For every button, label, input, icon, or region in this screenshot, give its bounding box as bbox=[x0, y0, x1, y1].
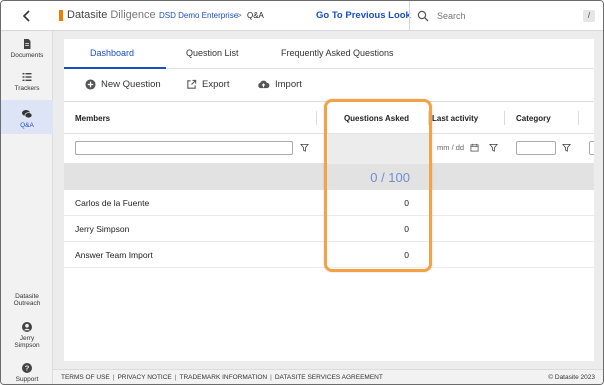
sidebar-item-user[interactable]: Jerry Simpson bbox=[1, 321, 53, 349]
chevron-left-icon bbox=[22, 10, 30, 22]
go-to-previous-look-link[interactable]: Go To Previous Look bbox=[316, 10, 411, 21]
new-question-button[interactable]: New Question bbox=[85, 79, 161, 90]
sidebar-item-label: Trackers bbox=[14, 85, 40, 92]
footer: TERMS OF USE | PRIVACY NOTICE | TRADEMAR… bbox=[53, 369, 603, 384]
svg-text:?: ? bbox=[25, 364, 30, 373]
logo-brand: Datasite bbox=[67, 9, 108, 21]
trademark-link[interactable]: TRADEMARK INFORMATION bbox=[179, 374, 267, 381]
sidebar-item-label: Q&A bbox=[20, 122, 34, 129]
breadcrumb-project[interactable]: DSD Demo Enterprise bbox=[159, 11, 238, 20]
sidebar-item-trackers[interactable]: Trackers bbox=[1, 69, 53, 97]
tab-bar: Dashboard Question List Frequently Asked… bbox=[64, 39, 594, 69]
footer-separator: | bbox=[270, 374, 272, 381]
search-bar: / bbox=[409, 1, 603, 31]
breadcrumb-separator: > bbox=[237, 11, 242, 20]
list-icon bbox=[22, 73, 32, 81]
top-bar: Datasite Diligence DSD Demo Enterprise >… bbox=[1, 1, 603, 31]
footer-links: TERMS OF USE | PRIVACY NOTICE | TRADEMAR… bbox=[61, 374, 386, 381]
outreach-label-line1: Datasite bbox=[15, 293, 39, 300]
column-header-last-activity[interactable]: Last activity bbox=[432, 114, 478, 123]
member-name: Carlos de la Fuente bbox=[75, 198, 150, 208]
breadcrumb-current: Q&A bbox=[247, 11, 264, 20]
help-icon: ? bbox=[22, 363, 32, 373]
export-label: Export bbox=[202, 79, 230, 90]
questions-asked-highlight bbox=[324, 99, 432, 272]
sidebar: Documents Trackers Q&A Datasite Outreach… bbox=[1, 31, 53, 384]
copyright: © Datasite 2023 bbox=[548, 374, 595, 381]
member-name: Answer Team Import bbox=[75, 250, 153, 260]
column-header-members[interactable]: Members bbox=[75, 114, 110, 123]
search-input[interactable] bbox=[437, 11, 577, 21]
members-filter-input[interactable] bbox=[75, 141, 293, 155]
sidebar-item-qa[interactable]: Q&A bbox=[1, 100, 53, 134]
sidebar-item-documents[interactable]: Documents bbox=[1, 36, 53, 64]
document-icon bbox=[24, 39, 31, 49]
datasite-logo[interactable]: Datasite Diligence bbox=[59, 9, 156, 21]
search-icon bbox=[417, 10, 429, 22]
action-bar: New Question Export Import bbox=[64, 69, 594, 101]
filter-icon[interactable] bbox=[489, 143, 498, 152]
back-button[interactable] bbox=[1, 1, 53, 31]
user-name-line1: Jerry bbox=[19, 335, 35, 342]
privacy-link[interactable]: PRIVACY NOTICE bbox=[117, 374, 171, 381]
user-name-line2: Simpson bbox=[14, 342, 40, 349]
import-label: Import bbox=[275, 79, 302, 90]
column-divider bbox=[504, 111, 505, 125]
filter-icon[interactable] bbox=[562, 143, 571, 152]
outreach-label-line2: Outreach bbox=[13, 300, 41, 307]
date-filter-input[interactable]: mm / dd bbox=[437, 143, 464, 152]
filter-icon[interactable] bbox=[300, 143, 309, 152]
calendar-icon[interactable] bbox=[470, 143, 479, 152]
column-divider bbox=[578, 111, 579, 125]
sidebar-item-label: Documents bbox=[10, 52, 44, 59]
user-icon bbox=[22, 322, 32, 332]
logo-mark bbox=[59, 9, 63, 21]
extra-filter-input[interactable] bbox=[589, 141, 594, 155]
new-question-label: New Question bbox=[101, 79, 161, 90]
chat-icon bbox=[22, 110, 33, 119]
terms-link[interactable]: TERMS OF USE bbox=[61, 374, 110, 381]
tab-faq[interactable]: Frequently Asked Questions bbox=[281, 48, 394, 58]
member-name: Jerry Simpson bbox=[75, 224, 130, 234]
app-window: Datasite Diligence DSD Demo Enterprise >… bbox=[0, 0, 604, 385]
column-divider bbox=[316, 111, 317, 125]
tab-question-list[interactable]: Question List bbox=[186, 48, 239, 58]
footer-separator: | bbox=[174, 374, 177, 381]
plus-circle-icon bbox=[85, 79, 96, 90]
tab-dashboard[interactable]: Dashboard bbox=[90, 48, 134, 58]
import-button[interactable]: Import bbox=[257, 79, 302, 90]
sidebar-item-support[interactable]: ? Support bbox=[1, 362, 53, 383]
logo-product: Diligence bbox=[110, 9, 156, 21]
cloud-upload-icon bbox=[258, 80, 270, 89]
footer-separator: | bbox=[112, 374, 115, 381]
column-header-category[interactable]: Category bbox=[516, 114, 551, 123]
category-filter-input[interactable] bbox=[516, 141, 556, 155]
export-icon bbox=[187, 79, 197, 89]
sidebar-item-outreach[interactable]: Datasite Outreach bbox=[1, 293, 53, 307]
support-label: Support bbox=[15, 376, 39, 383]
export-button[interactable]: Export bbox=[186, 79, 229, 90]
services-agreement-link[interactable]: DATASITE SERVICES AGREEMENT bbox=[275, 374, 383, 381]
search-shortcut-key: / bbox=[583, 10, 595, 22]
